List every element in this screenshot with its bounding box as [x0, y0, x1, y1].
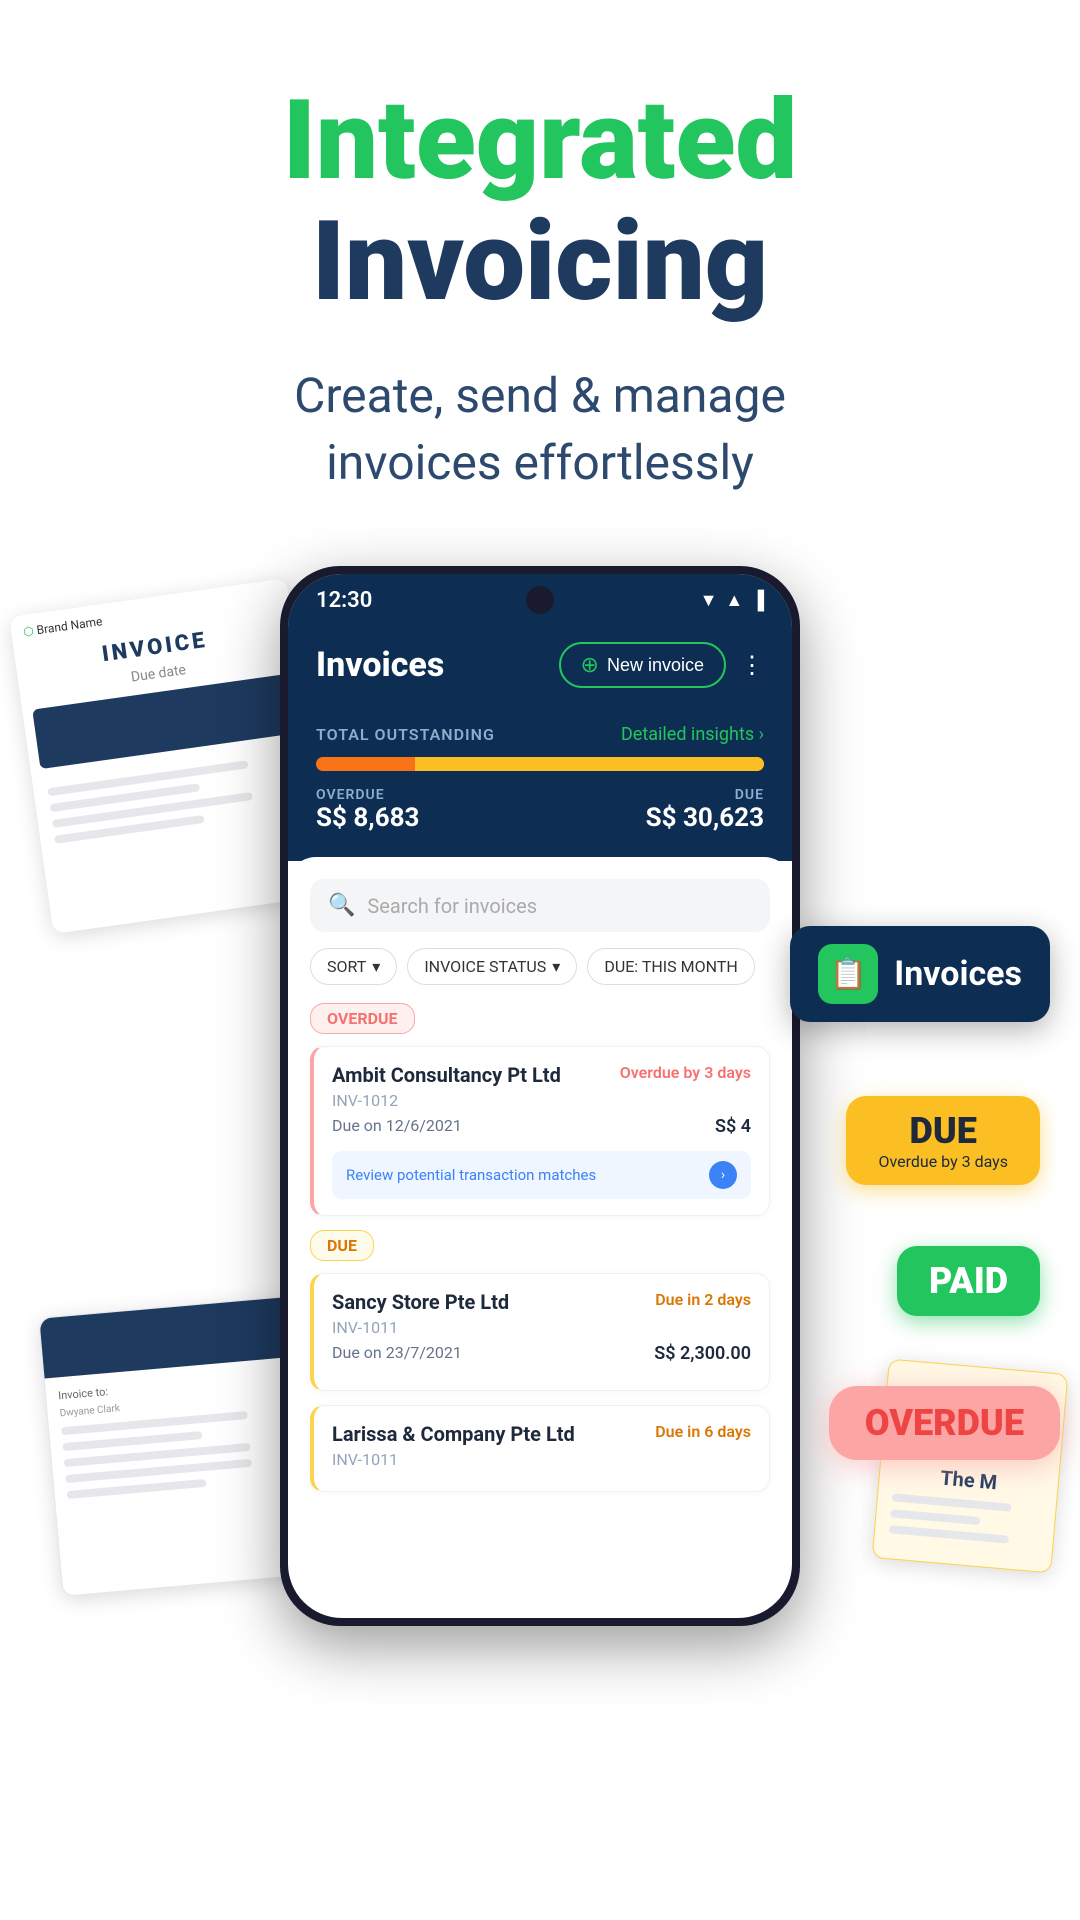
invoice-name-sancy: Sancy Store Pte Ltd — [332, 1290, 509, 1314]
more-menu-button[interactable]: ⋮ — [740, 651, 764, 679]
invoice-status-sancy: Due in 2 days — [655, 1290, 751, 1309]
invoice-card-ambit[interactable]: Ambit Consultancy Pt Ltd Overdue by 3 da… — [310, 1046, 770, 1216]
wifi-icon: ▼ — [700, 590, 718, 611]
sort-filter-chip[interactable]: SORT ▾ — [310, 948, 397, 985]
status-time: 12:30 — [316, 588, 372, 613]
search-bar[interactable]: 🔍 Search for invoices — [310, 879, 770, 932]
overdue-section-badge: OVERDUE — [310, 1003, 415, 1034]
invoice-due-ambit: Due on 12/6/2021 — [332, 1116, 462, 1135]
hero-section: Integrated Invoicing Create, send & mana… — [0, 0, 1080, 536]
app-title: Invoices — [316, 645, 444, 685]
overdue-label: OVERDUE — [316, 787, 419, 803]
search-placeholder-text: Search for invoices — [367, 894, 537, 918]
invoice-status-larissa: Due in 6 days — [655, 1422, 751, 1441]
transaction-match-banner[interactable]: Review potential transaction matches › — [332, 1151, 751, 1199]
progress-bar — [316, 757, 764, 771]
detailed-insights-link[interactable]: Detailed insights › — [621, 724, 764, 745]
due-section: DUE Sancy Store Pte Ltd Due in 2 days IN… — [310, 1230, 770, 1492]
new-invoice-button[interactable]: ⊕ New invoice — [559, 642, 726, 688]
overdue-value: S$ 8,683 — [316, 803, 419, 833]
header-actions: ⊕ New invoice ⋮ — [559, 642, 764, 688]
due-badge-label: DUE — [878, 1110, 1008, 1152]
chevron-down-icon: ▾ — [372, 957, 380, 976]
overdue-section: OVERDUE Ambit Consultancy Pt Ltd Overdue… — [310, 1003, 770, 1216]
status-icons: ▼ ▲ ▐ — [700, 590, 764, 611]
invoice-name-larissa: Larissa & Company Pte Ltd — [332, 1422, 575, 1446]
outstanding-section: TOTAL OUTSTANDING Detailed insights › OV… — [288, 708, 792, 861]
due-badge-sublabel: Overdue by 3 days — [878, 1152, 1008, 1171]
invoices-badge-icon: 📋 — [818, 944, 878, 1004]
due-this-month-filter-chip[interactable]: DUE: THIS MONTH — [587, 948, 754, 985]
transaction-arrow-icon: › — [709, 1161, 737, 1189]
status-bar: 12:30 ▼ ▲ ▐ — [288, 574, 792, 626]
invoice-number-larissa: INV-1011 — [332, 1450, 751, 1469]
invoice-amount-ambit: S$ 4 — [715, 1116, 751, 1137]
progress-bar-due — [415, 757, 764, 771]
invoice-due-sancy: Due on 23/7/2021 — [332, 1343, 462, 1362]
outstanding-label: TOTAL OUTSTANDING — [316, 725, 495, 744]
due-value: S$ 30,623 — [646, 803, 764, 833]
floating-due-badge: DUE Overdue by 3 days — [846, 1096, 1040, 1185]
hero-title-integrated: Integrated — [40, 80, 1040, 201]
invoice-card-sancy[interactable]: Sancy Store Pte Ltd Due in 2 days INV-10… — [310, 1273, 770, 1391]
floating-overdue-badge: OVERDUE — [829, 1386, 1060, 1460]
floating-paid-badge: PAID — [897, 1246, 1040, 1316]
hero-title-invoicing: Invoicing — [40, 201, 1040, 322]
paid-badge-label: PAID — [929, 1260, 1008, 1302]
search-icon: 🔍 — [328, 893, 355, 918]
signal-icon: ▲ — [725, 590, 743, 611]
due-section-badge: DUE — [310, 1230, 374, 1261]
invoice-name-ambit: Ambit Consultancy Pt Ltd — [332, 1063, 561, 1087]
overdue-amount-block: OVERDUE S$ 8,683 — [316, 787, 419, 833]
transaction-match-text: Review potential transaction matches — [346, 1166, 596, 1184]
white-card-section: 🔍 Search for invoices SORT ▾ INVOICE STA… — [288, 857, 792, 1492]
filter-row: SORT ▾ INVOICE STATUS ▾ DUE: THIS MONTH — [310, 948, 770, 985]
overdue-badge-label: OVERDUE — [865, 1402, 1024, 1444]
amounts-row: OVERDUE S$ 8,683 DUE S$ 30,623 — [316, 787, 764, 833]
battery-icon: ▐ — [751, 590, 764, 611]
invoices-badge-text: Invoices — [894, 954, 1022, 994]
invoice-amount-sancy: S$ 2,300.00 — [654, 1343, 751, 1364]
invoice-number-ambit: INV-1012 — [332, 1091, 751, 1110]
phone-screen: 12:30 ▼ ▲ ▐ Invoices ⊕ New invoice ⋮ — [288, 574, 792, 1618]
invoice-status-filter-chip[interactable]: INVOICE STATUS ▾ — [407, 948, 577, 985]
plus-icon: ⊕ — [581, 652, 599, 678]
chevron-down-icon: ▾ — [552, 957, 560, 976]
app-header: Invoices ⊕ New invoice ⋮ — [288, 626, 792, 708]
due-label: DUE — [646, 787, 764, 803]
hero-subtitle: Create, send & manage invoices effortles… — [40, 362, 1040, 496]
invoice-status-ambit: Overdue by 3 days — [620, 1063, 751, 1082]
phone-device: 12:30 ▼ ▲ ▐ Invoices ⊕ New invoice ⋮ — [280, 566, 800, 1626]
invoice-number-sancy: INV-1011 — [332, 1318, 751, 1337]
floating-invoices-badge: 📋 Invoices — [790, 926, 1050, 1022]
invoice-card-larissa[interactable]: Larissa & Company Pte Ltd Due in 6 days … — [310, 1405, 770, 1492]
due-amount-block: DUE S$ 30,623 — [646, 787, 764, 833]
phone-section: ⬡ Brand Name INVOICE Due date Invoice to… — [0, 566, 1080, 1666]
